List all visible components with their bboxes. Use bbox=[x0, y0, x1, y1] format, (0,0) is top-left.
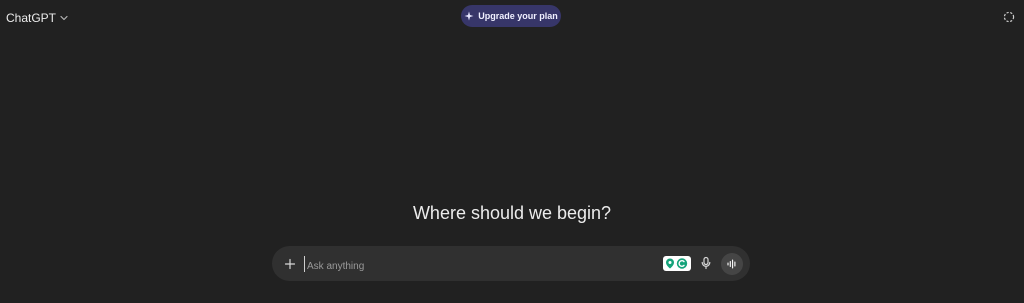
voice-mode-button[interactable] bbox=[721, 253, 743, 275]
attach-button[interactable] bbox=[284, 257, 296, 270]
dashed-circle-icon bbox=[1003, 11, 1015, 23]
grammar-extension-icon bbox=[666, 258, 688, 269]
chevron-down-icon bbox=[59, 13, 69, 23]
voice-wave-icon bbox=[727, 259, 736, 269]
composer bbox=[272, 246, 750, 281]
chat-page: ChatGPT Upgrade your plan Where should w… bbox=[0, 0, 1024, 303]
model-name: ChatGPT bbox=[6, 11, 57, 25]
sparkle-icon bbox=[464, 11, 474, 21]
temporary-chat-button[interactable] bbox=[1003, 10, 1015, 23]
prompt-input-wrapper bbox=[304, 256, 654, 275]
upgrade-plan-button[interactable]: Upgrade your plan bbox=[461, 5, 561, 27]
model-switcher[interactable]: ChatGPT bbox=[6, 9, 69, 27]
upgrade-plan-label: Upgrade your plan bbox=[478, 11, 558, 21]
dictate-button[interactable] bbox=[700, 256, 712, 270]
grammar-extension-button[interactable] bbox=[663, 256, 691, 271]
microphone-icon bbox=[701, 256, 711, 270]
page-heading: Where should we begin? bbox=[412, 203, 612, 223]
plus-icon bbox=[284, 258, 296, 270]
prompt-input[interactable] bbox=[305, 258, 654, 275]
